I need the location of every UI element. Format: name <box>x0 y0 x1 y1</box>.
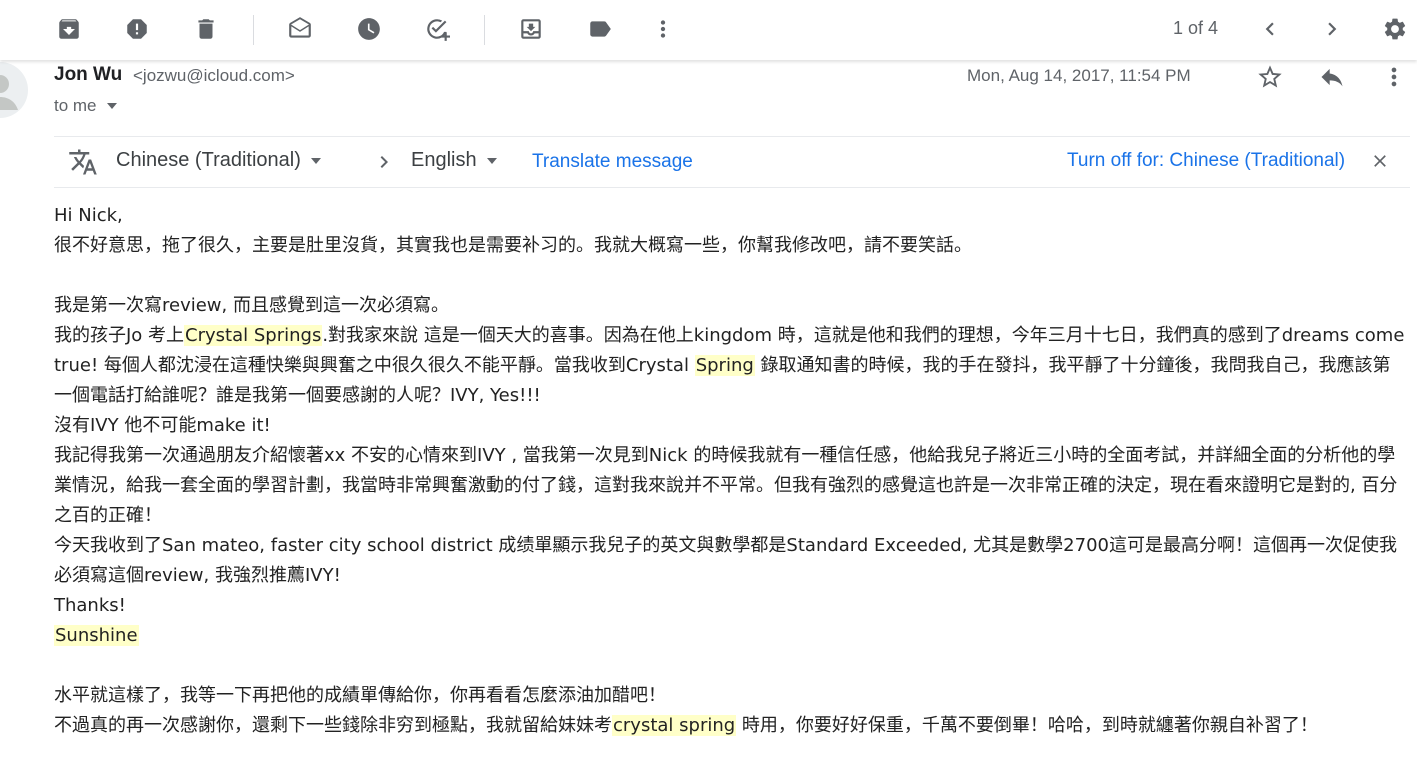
target-language-select[interactable]: English <box>411 149 497 172</box>
source-language-select[interactable]: Chinese (Traditional) <box>116 149 321 172</box>
body-paragraph: 我的孩子Jo 考上Crystal Springs.對我家來說 這是一個天大的喜事… <box>54 321 1406 411</box>
source-language-label: Chinese (Traditional) <box>116 149 301 171</box>
label-icon[interactable] <box>584 12 616 46</box>
translate-bar: Chinese (Traditional) English Translate … <box>54 136 1410 188</box>
more-vert-icon[interactable] <box>647 12 679 46</box>
text-span: 時用，你要好好保重，千萬不要倒畢！哈哈，到時就纏著你親自补習了！ <box>736 715 1318 736</box>
body-paragraph: Thanks! <box>54 595 126 616</box>
translate-icon <box>68 147 98 177</box>
body-paragraph: 我記得我第一次通過朋友介紹懷著xx 不安的心情來到IVY , 當我第一次見到Ni… <box>54 445 1398 526</box>
search-highlight: Spring <box>694 355 755 376</box>
chevron-down-icon <box>486 157 497 164</box>
star-icon[interactable] <box>1253 60 1287 94</box>
sender-email: <jozwu@icloud.com> <box>133 66 295 85</box>
body-paragraph: 沒有IVY 他不可能make it! <box>54 415 271 436</box>
snooze-icon[interactable] <box>353 12 385 46</box>
delete-icon[interactable] <box>190 12 222 46</box>
toolbar-divider <box>253 15 254 45</box>
search-highlight: Crystal Springs <box>184 325 323 346</box>
report-spam-icon[interactable] <box>121 12 153 46</box>
body-paragraph: 不過真的再一次感謝你，還剩下一些錢除非穷到極點，我就留給妹妹考crystal s… <box>54 711 1406 741</box>
sender-name[interactable]: Jon Wu <box>54 64 122 86</box>
more-vert-icon[interactable] <box>1377 60 1411 94</box>
pager-count: 1 of 4 <box>1173 18 1219 38</box>
chevron-right-icon <box>372 150 396 174</box>
close-icon[interactable] <box>1370 151 1390 171</box>
settings-icon[interactable] <box>1379 12 1411 46</box>
turn-off-translation-link[interactable]: Turn off for: Chinese (Traditional) <box>1067 150 1345 172</box>
archive-icon[interactable] <box>53 12 85 46</box>
search-highlight: crystal spring <box>612 715 737 736</box>
sender-avatar[interactable] <box>0 62 28 118</box>
body-paragraph: 今天我收到了San mateo, faster city school dist… <box>54 535 1397 586</box>
target-language-label: English <box>411 149 477 171</box>
reply-icon[interactable] <box>1315 60 1349 94</box>
text-span: 不過真的再一次感謝你，還剩下一些錢除非穷到極點，我就留給妹妹考 <box>54 715 612 736</box>
translate-message-link[interactable]: Translate message <box>532 151 693 173</box>
body-paragraph: 水平就這樣了，我等一下再把他的成績單傳給你，你再看看怎麼添油加醋吧！ <box>54 685 666 706</box>
signature: Sunshine <box>54 621 1406 651</box>
search-highlight: Sunshine <box>54 625 139 646</box>
body-paragraph: 很不好意思，拖了很久，主要是肚里沒貨，其實我也是需要补习的。我就大概寫一些，你幫… <box>54 235 972 256</box>
text-span: 我的孩子Jo 考上 <box>54 325 185 346</box>
chevron-down-icon <box>106 103 117 109</box>
greeting: Hi Nick, <box>54 205 123 226</box>
chevron-left-icon[interactable] <box>1254 12 1286 46</box>
recipients-toggle[interactable]: to me <box>54 96 117 116</box>
mark-unread-icon[interactable] <box>284 12 316 46</box>
chevron-right-icon[interactable] <box>1316 12 1348 46</box>
recipients-label: to me <box>54 96 97 115</box>
body-paragraph: 我是第一次寫review, 而且感覺到這一次必須寫。 <box>54 295 449 316</box>
move-to-icon[interactable] <box>515 12 547 46</box>
message-date: Mon, Aug 14, 2017, 11:54 PM <box>967 66 1191 85</box>
add-to-tasks-icon[interactable] <box>421 12 453 46</box>
message-body: Hi Nick, 很不好意思，拖了很久，主要是肚里沒貨，其實我也是需要补习的。我… <box>54 201 1406 741</box>
chevron-down-icon <box>310 157 321 164</box>
toolbar-divider <box>484 15 485 45</box>
message-toolbar: 1 of 4 <box>0 0 1417 60</box>
